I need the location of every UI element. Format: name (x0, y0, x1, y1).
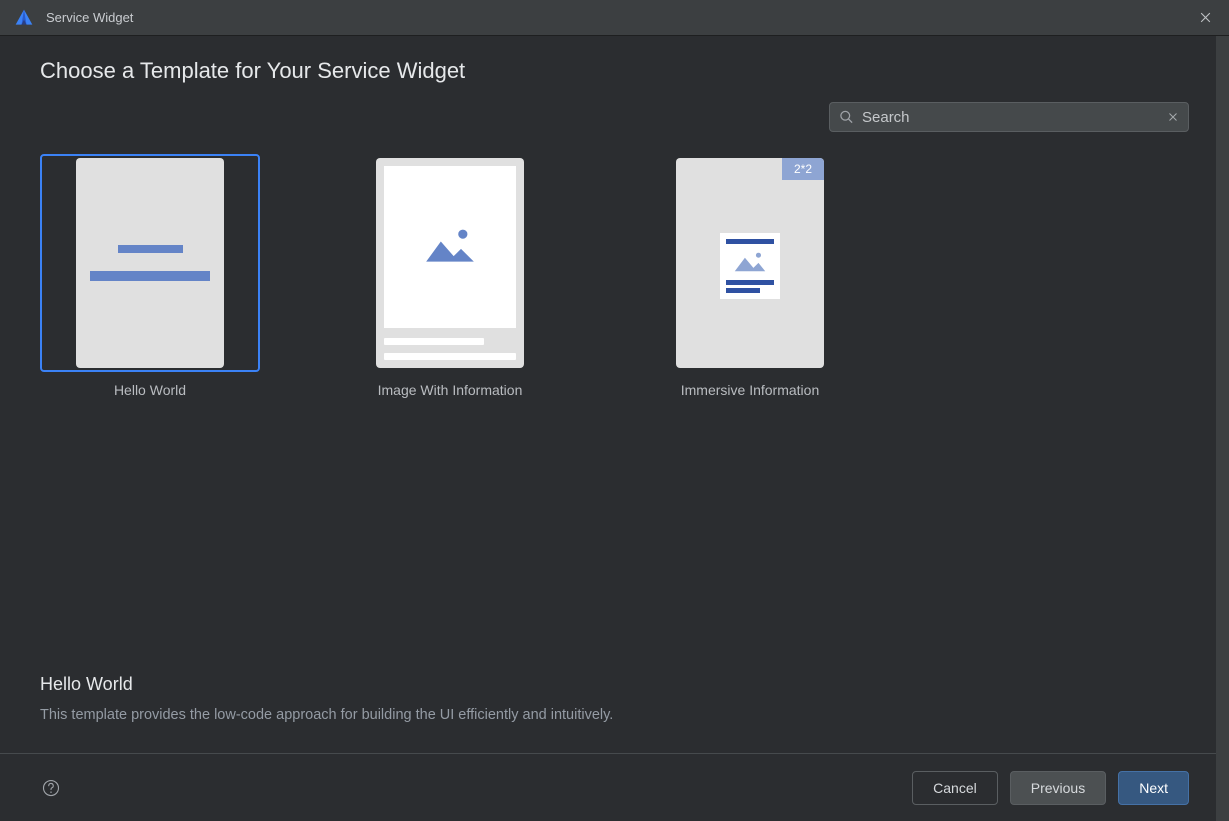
help-button[interactable] (40, 777, 62, 799)
search-clear-button[interactable] (1165, 109, 1181, 125)
close-button[interactable] (1191, 4, 1219, 32)
size-badge: 2*2 (782, 158, 824, 180)
previous-button[interactable]: Previous (1010, 771, 1106, 805)
search-field-wrap (829, 102, 1189, 132)
template-label: Hello World (114, 382, 186, 398)
template-thumbnail (76, 158, 224, 368)
template-card-image-with-information[interactable]: Image With Information (340, 154, 560, 398)
template-card-hello-world[interactable]: Hello World (40, 154, 260, 398)
image-placeholder-icon (422, 225, 478, 269)
template-card-immersive-information[interactable]: 2*2 Immersive Information (640, 154, 860, 398)
template-thumbnail-frame (40, 154, 260, 372)
description-title: Hello World (40, 674, 1189, 695)
template-thumbnail-frame (340, 154, 560, 372)
template-thumbnail: 2*2 (676, 158, 824, 368)
titlebar: Service Widget (0, 0, 1229, 36)
window-title: Service Widget (46, 10, 1191, 25)
help-icon (42, 779, 60, 797)
scrollbar[interactable] (1216, 36, 1229, 821)
template-label: Image With Information (378, 382, 523, 398)
template-list: Hello World Image Wi (40, 154, 1189, 398)
app-logo-icon (14, 8, 34, 28)
mountain-icon (733, 251, 767, 273)
description-panel: Hello World This template provides the l… (40, 674, 1189, 723)
close-icon (1199, 11, 1212, 24)
cancel-button[interactable]: Cancel (912, 771, 998, 805)
content-area: Choose a Template for Your Service Widge… (0, 36, 1229, 753)
description-text: This template provides the low-code appr… (40, 707, 1189, 723)
next-button[interactable]: Next (1118, 771, 1189, 805)
search-icon (839, 110, 854, 125)
search-row (40, 102, 1189, 132)
template-thumbnail (376, 158, 524, 368)
template-label: Immersive Information (681, 382, 819, 398)
search-input[interactable] (829, 102, 1189, 132)
clear-icon (1167, 111, 1179, 123)
page-heading: Choose a Template for Your Service Widge… (40, 58, 1189, 84)
footer: Cancel Previous Next (0, 753, 1229, 821)
template-thumbnail-frame: 2*2 (640, 154, 860, 372)
